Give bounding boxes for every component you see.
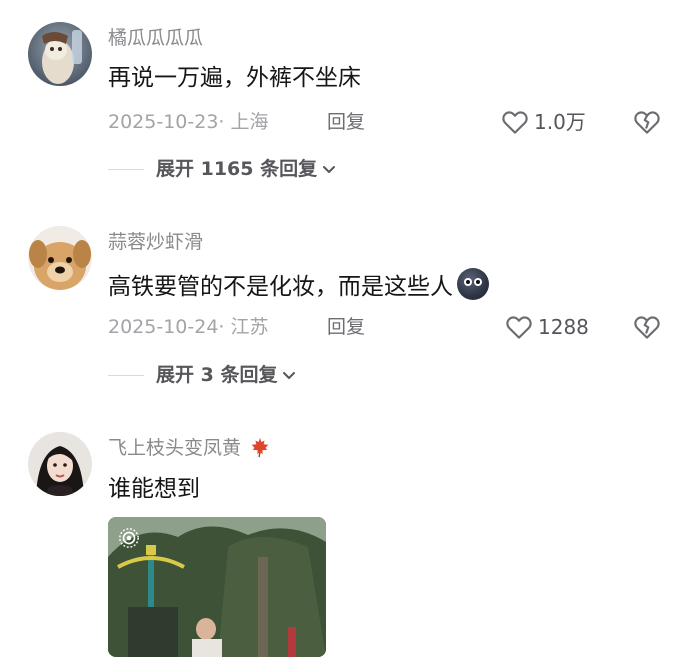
expand-replies-label: 展开 1165 条回复 <box>156 158 318 180</box>
expand-replies-button[interactable]: 展开 1165 条回复 <box>108 157 337 181</box>
comment-text: 高铁要管的不是化妆，而是这些人 <box>108 268 489 302</box>
comment-date-location: 2025-10-24· 江苏 <box>108 316 269 338</box>
avatar[interactable] <box>28 432 92 496</box>
comment-item: 蒜蓉炒虾滑 高铁要管的不是化妆，而是这些人 2025-10-24· 江苏 回复 … <box>0 200 683 410</box>
comment-image[interactable] <box>108 517 326 657</box>
comment-text: 再说一万遍，外裤不坐床 <box>108 65 361 91</box>
avatar[interactable] <box>28 22 92 86</box>
reply-button[interactable]: 回复 <box>327 315 365 339</box>
heart-outline-icon <box>506 316 532 339</box>
live-photo-icon <box>119 528 139 548</box>
dislike-button[interactable] <box>632 312 662 342</box>
reply-button[interactable]: 回复 <box>327 110 365 134</box>
username[interactable]: 橘瓜瓜瓜瓜 <box>108 26 203 50</box>
comment-text-value: 高铁要管的不是化妆，而是这些人 <box>108 274 453 300</box>
comment-date-location: 2025-10-23· 上海 <box>108 111 269 133</box>
expand-replies-button[interactable]: 展开 3 条回复 <box>108 363 297 387</box>
expand-replies-label: 展开 3 条回复 <box>156 364 278 386</box>
like-button[interactable]: 1288 <box>504 312 589 342</box>
divider <box>108 168 144 170</box>
username[interactable]: 飞上枝头变凤黄 <box>108 436 271 460</box>
chevron-down-icon <box>283 372 296 379</box>
maple-leaf-icon <box>251 437 269 458</box>
emoji-icon <box>457 268 489 300</box>
comment-item: 飞上枝头变凤黄 谁能想到 <box>0 410 683 657</box>
chevron-down-icon <box>323 166 336 173</box>
heart-outline-icon <box>502 111 528 134</box>
like-count: 1288 <box>538 315 589 339</box>
avatar[interactable] <box>28 226 92 290</box>
username[interactable]: 蒜蓉炒虾滑 <box>108 230 203 254</box>
dislike-button[interactable] <box>632 107 662 137</box>
comment-text: 谁能想到 <box>108 476 200 502</box>
comment-item: 橘瓜瓜瓜瓜 再说一万遍，外裤不坐床 2025-10-23· 上海 回复 1.0万… <box>0 0 683 200</box>
username-text: 飞上枝头变凤黄 <box>108 437 242 459</box>
like-count: 1.0万 <box>534 110 586 134</box>
broken-heart-icon <box>634 111 660 134</box>
divider <box>108 374 144 376</box>
broken-heart-icon <box>634 316 660 339</box>
like-button[interactable]: 1.0万 <box>500 107 586 137</box>
